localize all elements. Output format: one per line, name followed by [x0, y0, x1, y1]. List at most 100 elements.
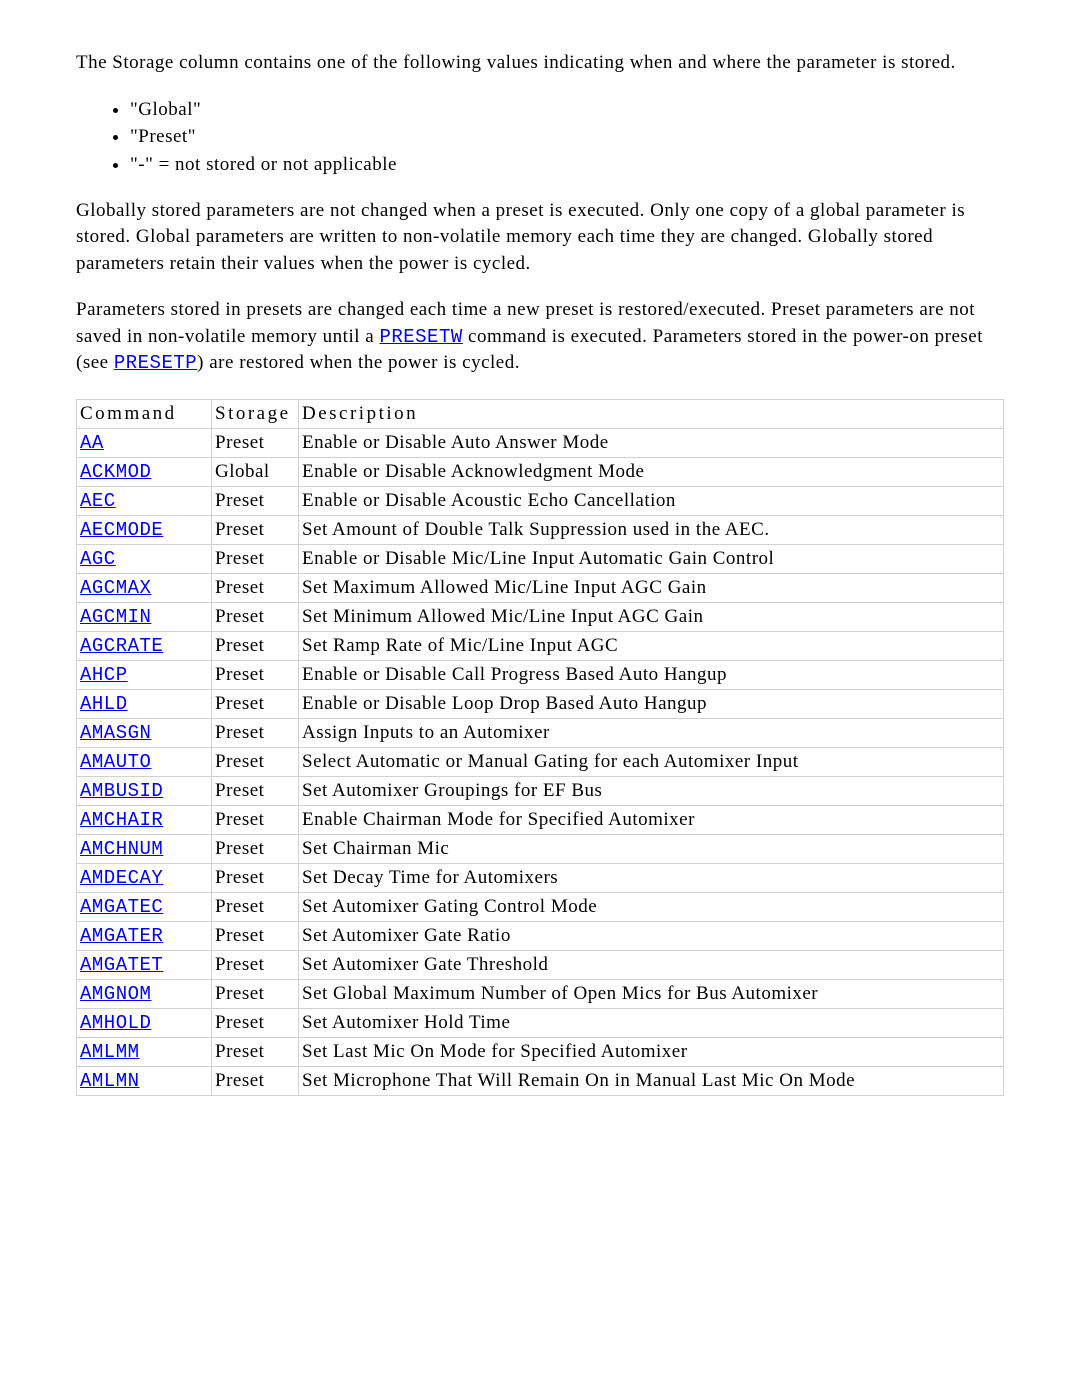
storage-cell: Preset [212, 980, 299, 1009]
description-cell: Assign Inputs to an Automixer [299, 719, 1004, 748]
table-row: AEC PresetEnable or Disable Acoustic Echo… [77, 487, 1004, 516]
command-cell: AMLMM [77, 1038, 212, 1067]
command-link[interactable]: ACKMOD [80, 461, 151, 483]
command-link[interactable]: AMGATEC [80, 896, 163, 918]
command-link[interactable]: AMASGN [80, 722, 151, 744]
table-row: AGCPresetEnable or Disable Mic/Line Inpu… [77, 545, 1004, 574]
description-cell: Enable or Disable Acoustic Echo Cancella… [299, 487, 1004, 516]
description-cell: Enable or Disable Acknowledgment Mode [299, 458, 1004, 487]
header-command: Command [77, 400, 212, 429]
intro-paragraph-2: Globally stored parameters are not chang… [76, 198, 1004, 278]
command-link[interactable]: AMCHNUM [80, 838, 163, 860]
storage-cell: Preset [212, 1038, 299, 1067]
storage-cell: Preset [212, 632, 299, 661]
description-cell: Enable or Disable Call Progress Based Au… [299, 661, 1004, 690]
description-cell: Set Automixer Gate Ratio [299, 922, 1004, 951]
table-row: AMGATEC PresetSet Automixer Gating Contro… [77, 893, 1004, 922]
command-link[interactable]: AMLMN [80, 1070, 140, 1092]
description-cell: Set Automixer Gating Control Mode [299, 893, 1004, 922]
storage-cell: Preset [212, 951, 299, 980]
storage-cell: Preset [212, 748, 299, 777]
command-cell: AMDECAY [77, 864, 212, 893]
table-row: AMGATET PresetSet Automixer Gate Threshol… [77, 951, 1004, 980]
command-link[interactable]: AGCRATE [80, 635, 163, 657]
table-row: AHLDPresetEnable or Disable Loop Drop Ba… [77, 690, 1004, 719]
command-cell: AHLD [77, 690, 212, 719]
description-cell: Set Maximum Allowed Mic/Line Input AGC G… [299, 574, 1004, 603]
header-storage: Storage [212, 400, 299, 429]
table-row: AMBUSIDPresetSet Automixer Groupings for… [77, 777, 1004, 806]
command-cell: AGCMAX [77, 574, 212, 603]
command-link[interactable]: AMLMM [80, 1041, 140, 1063]
description-cell: Set Microphone That Will Remain On in Ma… [299, 1067, 1004, 1096]
command-cell: AMHOLD [77, 1009, 212, 1038]
header-description: Description [299, 400, 1004, 429]
command-link[interactable]: AMGATER [80, 925, 163, 947]
description-cell: Set Global Maximum Number of Open Mics f… [299, 980, 1004, 1009]
command-cell: AHCP [77, 661, 212, 690]
command-link[interactable]: AECMODE [80, 519, 163, 541]
command-link[interactable]: AMHOLD [80, 1012, 151, 1034]
table-row: AHCP PresetEnable or Disable Call Progres… [77, 661, 1004, 690]
storage-cell: Preset [212, 603, 299, 632]
table-row: AMLMN PresetSet Microphone That Will Rema… [77, 1067, 1004, 1096]
command-link[interactable]: AGCMIN [80, 606, 151, 628]
table-header-row: Command Storage Description [77, 400, 1004, 429]
intro-paragraph-3: Parameters stored in presets are changed… [76, 297, 1004, 377]
command-link[interactable]: AMCHAIR [80, 809, 163, 831]
description-cell: Set Amount of Double Talk Suppression us… [299, 516, 1004, 545]
command-link[interactable]: AMGATET [80, 954, 163, 976]
table-row: AMDECAYPresetSet Decay Time for Automixe… [77, 864, 1004, 893]
command-cell: AA [77, 429, 212, 458]
description-cell: Select Automatic or Manual Gating for ea… [299, 748, 1004, 777]
command-link[interactable]: AHCP [80, 664, 128, 686]
description-cell: Enable Chairman Mode for Specified Autom… [299, 806, 1004, 835]
command-cell: AMGNOM [77, 980, 212, 1009]
text-segment: ) are restored when the power is cycled. [197, 352, 520, 373]
command-link[interactable]: AEC [80, 490, 116, 512]
table-row: ACKMODGlobalEnable or Disable Acknowledg… [77, 458, 1004, 487]
storage-cell: Preset [212, 1067, 299, 1096]
storage-cell: Preset [212, 893, 299, 922]
presetw-link[interactable]: PRESETW [379, 326, 462, 348]
storage-cell: Preset [212, 806, 299, 835]
command-cell: AECMODE [77, 516, 212, 545]
command-cell: AMASGN [77, 719, 212, 748]
command-cell: AMAUTO [77, 748, 212, 777]
storage-cell: Preset [212, 719, 299, 748]
table-row: AMCHNUMPresetSet Chairman Mic [77, 835, 1004, 864]
table-row: AMGNOM PresetSet Global Maximum Number of… [77, 980, 1004, 1009]
presetp-link[interactable]: PRESETP [114, 352, 197, 374]
command-link[interactable]: AMAUTO [80, 751, 151, 773]
description-cell: Enable or Disable Auto Answer Mode [299, 429, 1004, 458]
command-table: Command Storage Description AAPresetEnab… [76, 399, 1004, 1096]
description-cell: Enable or Disable Mic/Line Input Automat… [299, 545, 1004, 574]
description-cell: Set Automixer Groupings for EF Bus [299, 777, 1004, 806]
storage-values-list: "Global" "Preset" "-" = not stored or no… [76, 97, 1004, 178]
table-row: AMAUTO PresetSelect Automatic or Manual G… [77, 748, 1004, 777]
command-link[interactable]: AHLD [80, 693, 128, 715]
intro-paragraph-1: The Storage column contains one of the f… [76, 50, 1004, 77]
command-link[interactable]: AMDECAY [80, 867, 163, 889]
command-cell: AMBUSID [77, 777, 212, 806]
command-cell: AGCMIN [77, 603, 212, 632]
storage-cell: Preset [212, 661, 299, 690]
table-row: AAPresetEnable or Disable Auto Answer Mo… [77, 429, 1004, 458]
table-row: AMASGN PresetAssign Inputs to an Automixe… [77, 719, 1004, 748]
command-cell: AMCHAIR [77, 806, 212, 835]
storage-cell: Preset [212, 835, 299, 864]
description-cell: Set Automixer Gate Threshold [299, 951, 1004, 980]
command-cell: AMGATET [77, 951, 212, 980]
command-link[interactable]: AGCMAX [80, 577, 151, 599]
table-row: AMGATER PresetSet Automixer Gate Ratio [77, 922, 1004, 951]
command-link[interactable]: AMBUSID [80, 780, 163, 802]
storage-cell: Preset [212, 922, 299, 951]
storage-cell: Preset [212, 487, 299, 516]
command-cell: AGC [77, 545, 212, 574]
command-link[interactable]: AGC [80, 548, 116, 570]
command-link[interactable]: AMGNOM [80, 983, 151, 1005]
command-link[interactable]: AA [80, 432, 104, 454]
table-row: AECMODEPresetSet Amount of Double Talk S… [77, 516, 1004, 545]
storage-cell: Preset [212, 690, 299, 719]
storage-cell: Preset [212, 1009, 299, 1038]
